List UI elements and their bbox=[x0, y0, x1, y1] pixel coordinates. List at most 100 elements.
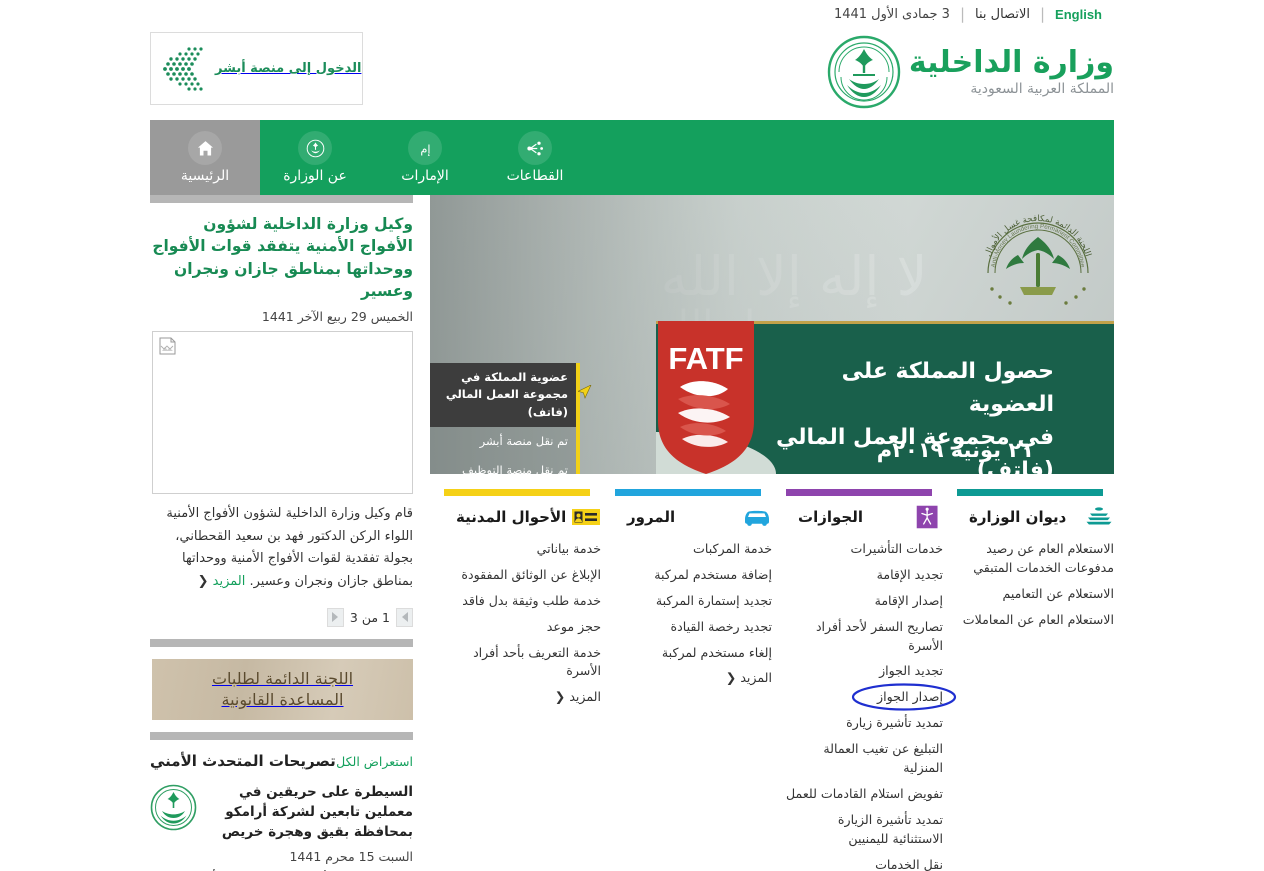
service-column-civil-affairs: الأحوال المدنية خدمة بياناتي الإبلاغ عن … bbox=[430, 489, 601, 871]
service-link[interactable]: الاستعلام العام عن المعاملات bbox=[957, 611, 1114, 630]
hero-carousel-item-2[interactable]: تم نقل منصة التوظيف bbox=[430, 456, 580, 474]
svg-text:FATF: FATF bbox=[668, 341, 743, 376]
service-more-link-traffic[interactable]: المزيد ❮ bbox=[615, 669, 772, 688]
news-more-link[interactable]: المزيد bbox=[213, 574, 246, 589]
service-link[interactable]: نقل الخدمات bbox=[786, 856, 943, 871]
page-content: وكيل وزارة الداخلية لشؤون الأفواج الأمني… bbox=[0, 195, 1264, 871]
legal-banner-line1: اللجنة الدائمة لطلبات bbox=[211, 668, 354, 688]
service-link[interactable]: حجز موعد bbox=[444, 618, 601, 637]
utility-topbar: 3 جمادى الأول 1441 | الاتصال بنا | Engli… bbox=[0, 0, 1264, 30]
service-title-traffic: المرور bbox=[627, 508, 676, 526]
traffic-car-icon bbox=[742, 504, 772, 530]
news-body: قام وكيل وزارة الداخلية لشؤون الأفواج ال… bbox=[150, 503, 413, 594]
service-more-label-civil-affairs: المزيد bbox=[569, 689, 601, 705]
news-headline: وكيل وزارة الداخلية لشؤون الأفواج الأمني… bbox=[152, 215, 413, 301]
ministry-emblem-icon bbox=[298, 131, 332, 165]
service-link[interactable]: خدمة المركبات bbox=[615, 540, 772, 559]
service-link-issue-passport[interactable]: إصدار الجواز bbox=[786, 683, 957, 711]
service-title-civil-affairs: الأحوال المدنية bbox=[456, 508, 567, 526]
news-divider-top bbox=[150, 195, 413, 203]
service-link[interactable]: تجديد إستمارة المركبة bbox=[615, 592, 772, 611]
hero-carousel-item-1[interactable]: تم نقل منصة أبشر bbox=[430, 426, 580, 456]
hero-date: ٢١ يونية ٢٠١٩م bbox=[876, 438, 1034, 462]
nav-label-sectors: القطاعات bbox=[506, 168, 564, 184]
service-link[interactable]: خدمة طلب وثيقة بدل فاقد bbox=[444, 592, 601, 611]
spokesman-headline-link[interactable]: السيطرة على حريقين في معملين تابعين لشرك… bbox=[205, 782, 413, 843]
service-link[interactable]: خدمات التأشيرات bbox=[786, 540, 943, 559]
service-link[interactable]: تجديد رخصة القيادة bbox=[615, 618, 772, 637]
news-next-button[interactable] bbox=[326, 607, 344, 627]
home-icon bbox=[188, 131, 222, 165]
site-header: الدخول إلى منصة أبشر وزارة الداخلية المم… bbox=[0, 30, 1264, 120]
service-link[interactable]: إصدار الإقامة bbox=[786, 592, 943, 611]
service-link[interactable]: تفويض استلام القادمات للعمل bbox=[786, 785, 943, 804]
nav-item-emirates[interactable]: إم الإمارات bbox=[370, 120, 480, 195]
country-name: المملكة العربية السعودية bbox=[970, 81, 1114, 97]
nav-item-about-ministry[interactable]: عن الوزارة bbox=[260, 120, 370, 195]
service-link[interactable]: الإبلاغ عن الوثائق المفقودة bbox=[444, 566, 601, 585]
news-prev-button[interactable] bbox=[396, 607, 413, 627]
legal-aid-committee-banner[interactable]: اللجنة الدائمة لطلبات المساعدة القانونية bbox=[152, 658, 413, 720]
legal-divider bbox=[150, 638, 413, 647]
service-column-passports: الجوازات خدمات التأشيرات تجديد الإقامة إ… bbox=[772, 489, 957, 871]
hero-carousel-list: عضوية المملكة في مجموعة العمل المالي (فا… bbox=[430, 363, 592, 474]
service-link[interactable]: تجديد الجواز bbox=[786, 662, 943, 681]
service-link[interactable]: خدمة التعريف بأحد أفراد الأسرة bbox=[444, 644, 601, 682]
nav-item-sectors[interactable]: القطاعات bbox=[480, 120, 590, 195]
absher-login-label: الدخول إلى منصة أبشر bbox=[215, 61, 362, 76]
spokesman-header: تصريحات المتحدث الأمني استعراض الكل bbox=[150, 752, 413, 770]
mouse-cursor-icon bbox=[577, 384, 592, 401]
absher-login-button[interactable]: الدخول إلى منصة أبشر bbox=[150, 32, 363, 105]
nav-label-about-ministry: عن الوزارة bbox=[283, 168, 347, 184]
spokesman-view-all-link[interactable]: استعراض الكل bbox=[336, 754, 413, 769]
contact-us-link[interactable]: الاتصال بنا bbox=[965, 7, 1040, 22]
service-link[interactable]: تمديد تأشيرة الزيارة الاستثنائية لليمنيي… bbox=[786, 811, 943, 849]
topbar-separator-1: | bbox=[959, 5, 966, 23]
service-color-bar-passports bbox=[786, 489, 932, 496]
service-color-bar-civil-affairs bbox=[444, 489, 590, 496]
news-date: الخميس 29 ربيع الآخر 1441 bbox=[261, 308, 413, 324]
ministry-logo-text: وزارة الداخلية المملكة العربية السعودية bbox=[908, 45, 1114, 97]
service-link[interactable]: إضافة مستخدم لمركبة bbox=[615, 566, 772, 585]
spokesman-statement: السيطرة على حريقين في معملين تابعين لشرك… bbox=[150, 782, 413, 843]
chevron-right-icon bbox=[332, 612, 339, 623]
news-pagination-text: 1 من 3 bbox=[349, 609, 390, 625]
spokesman-section-title: تصريحات المتحدث الأمني bbox=[150, 751, 336, 770]
service-link[interactable]: التبليغ عن تغيب العمالة المنزلية bbox=[786, 740, 943, 778]
service-list-ministry-diwan: الاستعلام العام عن رصيد مدفوعات الخدمات … bbox=[957, 540, 1114, 630]
ministry-logo[interactable]: وزارة الداخلية المملكة العربية السعودية bbox=[827, 35, 1114, 109]
spokesman-body: صرح المتحدث الأمني بوزارة الداخلية بأنه … bbox=[150, 867, 413, 871]
service-color-bar-traffic bbox=[615, 489, 761, 496]
broken-image-icon bbox=[159, 337, 176, 355]
service-link[interactable]: تجديد الإقامة bbox=[786, 566, 943, 585]
service-link[interactable]: تمديد تأشيرة زيارة bbox=[786, 714, 943, 733]
nav-item-home[interactable]: الرئيسية bbox=[150, 120, 260, 195]
services-section: ديوان الوزارة الاستعلام العام عن رصيد مد… bbox=[430, 489, 1114, 871]
legal-banner-line2: المساعدة القانونية bbox=[221, 690, 344, 710]
passports-person-icon bbox=[913, 504, 943, 530]
service-link[interactable]: إلغاء مستخدم لمركبة bbox=[615, 644, 772, 663]
civil-affairs-id-icon bbox=[571, 504, 601, 530]
service-more-link-civil-affairs[interactable]: المزيد ❮ bbox=[444, 688, 601, 707]
main-navigation: القطاعات إم الإمارات عن الوزارة الرئيسية bbox=[0, 120, 1264, 195]
hero-banner: لا إله إلا الله محمد رسول الله bbox=[430, 195, 1114, 474]
service-link[interactable]: الاستعلام عن التعاميم bbox=[957, 585, 1114, 604]
news-headline-link[interactable]: وكيل وزارة الداخلية لشؤون الأفواج الأمني… bbox=[150, 213, 413, 303]
saudi-emblem-small-icon bbox=[150, 784, 197, 831]
saudi-emblem-icon bbox=[827, 35, 901, 109]
ministry-name: وزارة الداخلية bbox=[908, 45, 1114, 80]
service-link[interactable]: الاستعلام العام عن رصيد مدفوعات الخدمات … bbox=[957, 540, 1114, 578]
service-more-label-traffic: المزيد bbox=[740, 670, 772, 686]
nav-filler bbox=[590, 120, 1114, 195]
page-root: 3 جمادى الأول 1441 | الاتصال بنا | Engli… bbox=[0, 0, 1264, 871]
service-list-civil-affairs: خدمة بياناتي الإبلاغ عن الوثائق المفقودة… bbox=[444, 540, 601, 707]
anti-money-laundering-seal-icon: اللجنة الدائمة لمكافحة غسل الأموال Anti-… bbox=[974, 201, 1102, 329]
news-image-placeholder bbox=[152, 330, 413, 494]
emirates-calligraphy-icon: إم bbox=[408, 131, 442, 165]
news-more-arrow: ❮ bbox=[197, 574, 209, 590]
hero-carousel-item-0[interactable]: عضوية المملكة في مجموعة العمل المالي (فا… bbox=[430, 363, 580, 427]
service-link[interactable]: خدمة بياناتي bbox=[444, 540, 601, 559]
service-link[interactable]: تصاريح السفر لأحد أفراد الأسرة bbox=[786, 618, 943, 656]
service-title-ministry-diwan: ديوان الوزارة bbox=[969, 508, 1067, 526]
language-switch-english-link[interactable]: English bbox=[1045, 7, 1114, 22]
